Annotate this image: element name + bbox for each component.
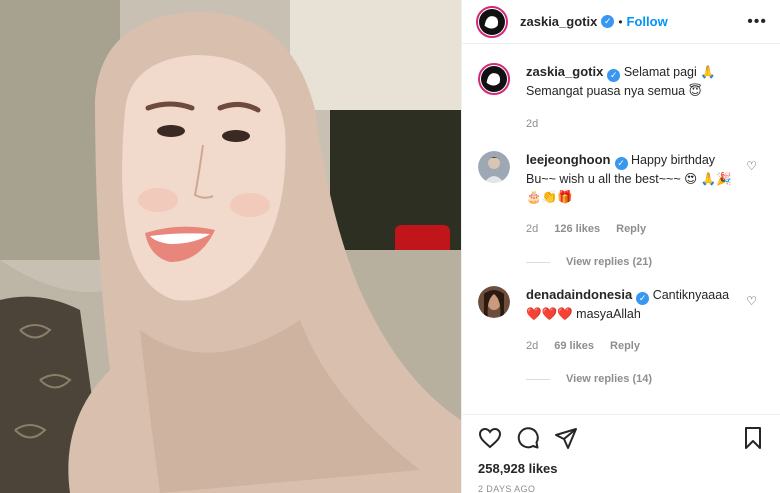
replies-divider (526, 261, 550, 263)
commenter-username[interactable]: leejeonghoon (526, 152, 611, 167)
separator-dot: • (618, 14, 623, 29)
post-photo (0, 0, 461, 493)
comment-age[interactable]: 2d (526, 220, 538, 238)
comment-like-heart-icon[interactable]: ♡ (746, 159, 757, 173)
heart-icon[interactable] (478, 426, 502, 450)
verified-badge-icon: ✓ (607, 69, 621, 82)
caption: zaskia_gotix ✓ Selamat pagi 🙏 Semangat pu… (478, 63, 767, 133)
author-avatar[interactable] (476, 5, 508, 38)
verified-badge-icon: ✓ (636, 292, 650, 305)
verified-badge-icon: ✓ (601, 15, 615, 28)
commenter-avatar[interactable] (478, 286, 510, 318)
commenter-username[interactable]: denadaindonesia (526, 287, 632, 302)
more-options-icon[interactable]: ••• (747, 13, 767, 31)
comment-item: leejeonghoon ✓ Happy birthday Bu~~ wish u… (478, 151, 767, 238)
caption-line-2: Semangat puasa nya semua 😇 (526, 84, 702, 98)
follow-button[interactable]: Follow (627, 14, 668, 29)
author-username[interactable]: zaskia_gotix (520, 14, 597, 29)
reply-button[interactable]: Reply (616, 220, 646, 238)
view-replies-label: View replies (14) (566, 373, 653, 385)
likes-count[interactable]: 258,928 likes (478, 461, 765, 476)
comments-section[interactable]: zaskia_gotix ✓ Selamat pagi 🙏 Semangat pu… (462, 45, 780, 414)
replies-divider (526, 378, 550, 380)
post-actions: 258,928 likes 2 DAYS AGO (462, 414, 780, 493)
post-header: zaskia_gotix ✓ • Follow ••• (462, 0, 780, 44)
share-icon[interactable] (554, 426, 578, 450)
caption-line-1: Selamat pagi 🙏 (623, 65, 716, 79)
view-replies-button[interactable]: View replies (21) (526, 256, 767, 268)
comment-age[interactable]: 2d (526, 337, 538, 355)
view-replies-button[interactable]: View replies (14) (526, 373, 767, 385)
verified-badge-icon: ✓ (614, 157, 628, 170)
reply-button[interactable]: Reply (610, 337, 640, 355)
caption-avatar[interactable] (478, 63, 510, 95)
caption-age[interactable]: 2d (526, 115, 538, 133)
post-panel: zaskia_gotix ✓ • Follow ••• zaskia_gotix… (461, 0, 780, 493)
caption-username[interactable]: zaskia_gotix (526, 64, 603, 79)
comment-icon[interactable] (516, 426, 540, 450)
view-replies-label: View replies (21) (566, 256, 653, 268)
commenter-avatar[interactable] (478, 151, 510, 183)
comment-likes[interactable]: 126 likes (554, 220, 600, 238)
comment-like-heart-icon[interactable]: ♡ (746, 294, 757, 308)
post-media[interactable] (0, 0, 461, 493)
comment-likes[interactable]: 69 likes (554, 337, 594, 355)
bookmark-icon[interactable] (741, 426, 765, 450)
comment-item: denadaindonesia ✓ Cantiknyaaaa ❤️❤️❤️ mas… (478, 286, 767, 355)
posted-timestamp[interactable]: 2 DAYS AGO (478, 484, 765, 493)
